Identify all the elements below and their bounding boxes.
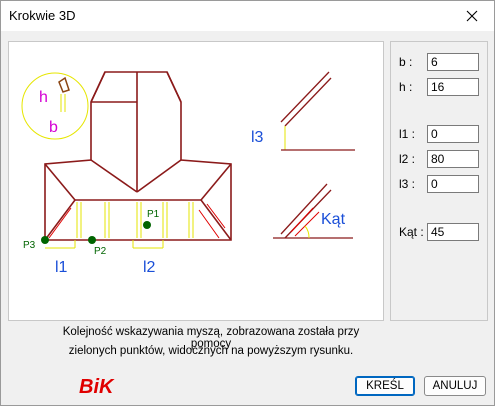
field-h-label: h :	[399, 80, 413, 94]
point-p1	[143, 221, 151, 229]
h-input[interactable]	[427, 78, 479, 96]
point-p2	[88, 236, 96, 244]
close-icon	[466, 10, 478, 22]
svg-text:BiK: BiK	[79, 376, 115, 397]
section-circle: h b	[21, 72, 89, 140]
rafters	[45, 202, 194, 249]
bik-logo: BiK	[79, 375, 123, 400]
field-l2-label: l2 :	[399, 152, 416, 166]
l1-input[interactable]	[427, 125, 479, 143]
b-input[interactable]	[427, 53, 479, 71]
kat-label: Kąt	[321, 211, 346, 228]
b-label: b	[49, 119, 58, 136]
p3-label: P3	[23, 240, 36, 251]
window-title: Krokwie 3D	[9, 8, 76, 23]
pick-points: P1 P2 P3	[23, 209, 160, 257]
info-line-2: zielonych punktów, widocznych na powyższ…	[68, 345, 354, 357]
l3-input[interactable]	[427, 175, 479, 193]
draw-button[interactable]: KREŚL	[355, 376, 415, 396]
title-bar: Krokwie 3D	[1, 1, 494, 31]
field-l3-label: l3 :	[399, 177, 416, 191]
p2-label: P2	[94, 246, 107, 257]
point-p3	[41, 236, 49, 244]
roof-outline	[44, 71, 232, 241]
dialog-window: Krokwie 3D h b P1 P2 P3 l1 l2 l3 Kąt b:…	[0, 0, 495, 406]
field-b-label: b :	[399, 55, 413, 69]
drawing-panel: h b P1 P2 P3 l1 l2 l3 Kąt	[8, 41, 384, 321]
l3-detail: l3	[251, 71, 355, 151]
l2-input[interactable]	[427, 150, 479, 168]
parameters-panel: b : h : l1 : l2 : l3 : Kąt :	[390, 41, 488, 321]
field-l1-label: l1 :	[399, 127, 416, 141]
l1-label: l1	[55, 259, 68, 276]
l3-label: l3	[251, 129, 264, 146]
roof-diagram: h b P1 P2 P3 l1 l2 l3 Kąt	[21, 71, 355, 276]
l2-label: l2	[143, 259, 156, 276]
field-kat-label: Kąt :	[399, 225, 424, 239]
kat-input[interactable]	[427, 223, 479, 241]
cancel-button[interactable]: ANULUJ	[424, 376, 486, 396]
h-label: h	[39, 89, 48, 106]
angle-detail: Kąt	[273, 183, 353, 239]
close-button[interactable]	[450, 1, 494, 31]
p1-label: P1	[147, 209, 160, 220]
